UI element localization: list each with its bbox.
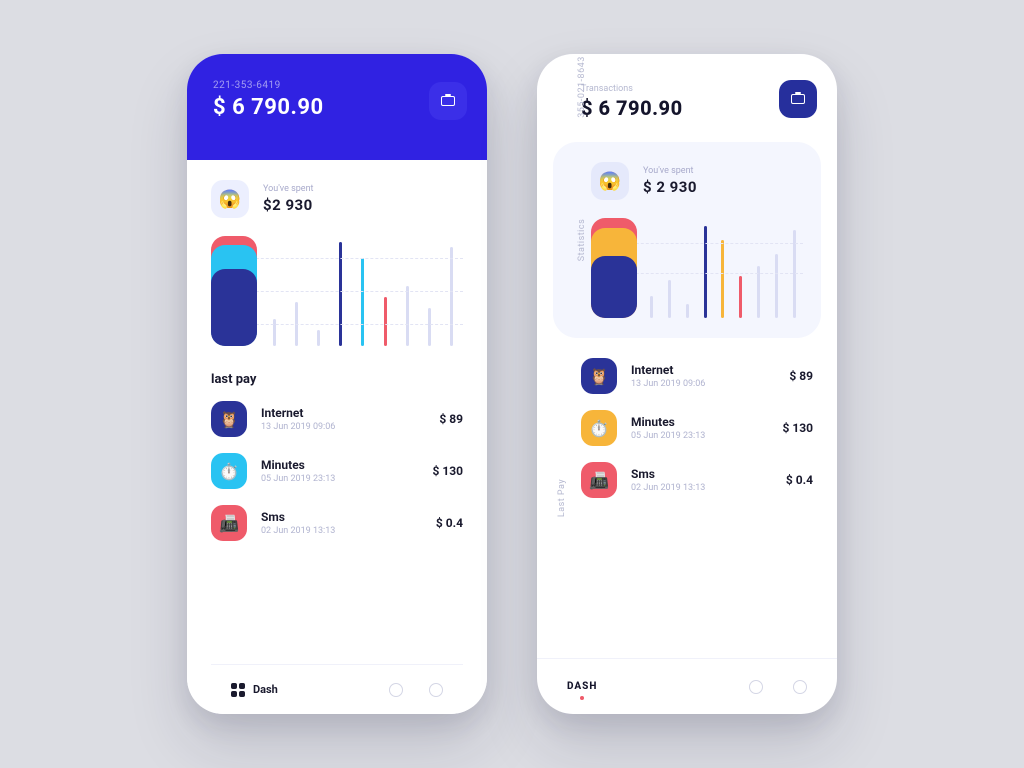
pay-category-icon: 🦉 <box>211 401 247 437</box>
pay-row[interactable]: ⏱️ Minutes 05 Jun 2019 23:13 $ 130 <box>211 453 463 489</box>
shocked-face-icon: 😱 <box>591 162 629 200</box>
balance: $ 6 790.90 <box>213 95 461 120</box>
spent-label: You've spent <box>263 184 313 194</box>
statistics-card: Statistics 😱 You've spent $ 2 930 <box>553 142 821 338</box>
chart-bar <box>450 247 453 346</box>
chart-stack <box>591 218 637 318</box>
profile-icon[interactable] <box>793 680 807 694</box>
pay-name: Minutes <box>261 458 335 472</box>
spent-value: $ 2 930 <box>643 178 697 196</box>
shocked-face-icon: 😱 <box>211 180 249 218</box>
lastpay-list: 🦉 Internet 13 Jun 2019 09:06 $ 89 ⏱️ Minutes 0… <box>581 358 813 498</box>
pay-category-icon: 🦉 <box>581 358 617 394</box>
wallet-icon <box>791 94 805 104</box>
statistics-chart <box>591 218 803 318</box>
account-number: 221-353-6419 <box>213 80 461 91</box>
wallet-button[interactable] <box>779 80 817 118</box>
spent-label: You've spent <box>643 166 697 176</box>
pay-name: Sms <box>261 510 335 524</box>
pay-category-icon: 📠 <box>211 505 247 541</box>
pay-name: Internet <box>631 363 705 377</box>
pay-category-icon: 📠 <box>581 462 617 498</box>
header: 355-021-8643 Transactions $ 6 790.90 <box>537 54 837 120</box>
pay-date: 02 Jun 2019 13:13 <box>631 483 705 493</box>
pay-row[interactable]: 📠 Sms 02 Jun 2019 13:13 $ 0.4 <box>211 505 463 541</box>
chart-bar <box>273 319 276 347</box>
chart-bar <box>650 296 653 318</box>
profile-icon[interactable] <box>429 683 443 697</box>
chart-bar <box>686 304 689 318</box>
compass-icon[interactable] <box>389 683 403 697</box>
lastpay-section: Last Pay 🦉 Internet 13 Jun 2019 09:06 $ 89 ⏱… <box>537 338 837 658</box>
pay-amount: $ 130 <box>782 421 813 435</box>
pay-amount: $ 130 <box>432 464 463 478</box>
chart-bar <box>704 226 707 318</box>
chart-bar <box>428 308 431 347</box>
chart-bar <box>775 254 778 318</box>
tab-bar: DASH <box>537 658 837 714</box>
pay-date: 13 Jun 2019 09:06 <box>261 422 335 432</box>
pay-name: Sms <box>631 467 705 481</box>
chart-bar <box>721 240 724 318</box>
lastpay-title: last pay <box>211 372 463 387</box>
tab-dash[interactable]: DASH <box>567 681 597 692</box>
chart-bar <box>668 280 671 318</box>
side-account-number: 355-021-8643 <box>577 56 587 118</box>
wallet-icon <box>441 96 455 106</box>
chart-bar <box>384 297 387 347</box>
chart-bar <box>739 276 742 318</box>
spent-value: $2 930 <box>263 196 313 214</box>
lastpay-list: 🦉 Internet 13 Jun 2019 09:06 $ 89 ⏱️ Minutes 0… <box>211 401 463 557</box>
chart-stack <box>211 236 257 346</box>
pay-amount: $ 0.4 <box>436 516 463 530</box>
pay-date: 13 Jun 2019 09:06 <box>631 379 705 389</box>
pay-category-icon: ⏱️ <box>581 410 617 446</box>
pay-name: Minutes <box>631 415 705 429</box>
pay-category-icon: ⏱️ <box>211 453 247 489</box>
clock-icon[interactable] <box>749 680 763 694</box>
statistics-chart <box>211 236 463 346</box>
header: 221-353-6419 $ 6 790.90 <box>187 54 487 160</box>
pay-amount: $ 89 <box>789 369 813 383</box>
pay-amount: $ 0.4 <box>786 473 813 487</box>
chart-bars <box>643 218 803 318</box>
pay-amount: $ 89 <box>439 412 463 426</box>
wallet-button[interactable] <box>429 82 467 120</box>
pay-name: Internet <box>261 406 335 420</box>
grid-icon <box>231 683 245 697</box>
pay-row[interactable]: 🦉 Internet 13 Jun 2019 09:06 $ 89 <box>211 401 463 437</box>
pay-date: 05 Jun 2019 23:13 <box>261 474 335 484</box>
pay-row[interactable]: 🦉 Internet 13 Jun 2019 09:06 $ 89 <box>581 358 813 394</box>
chart-bar <box>406 286 409 347</box>
tab-dash-label: Dash <box>253 683 278 696</box>
pay-date: 02 Jun 2019 13:13 <box>261 526 335 536</box>
spent-summary: 😱 You've spent $ 2 930 <box>591 162 803 200</box>
tab-bar: Dash <box>211 664 463 714</box>
tab-dash[interactable]: Dash <box>231 683 278 697</box>
side-lastpay-label: Last Pay <box>557 479 567 517</box>
chart-bar <box>361 258 364 346</box>
phone-right: 355-021-8643 Transactions $ 6 790.90 Sta… <box>537 54 837 714</box>
phone-left: 221-353-6419 $ 6 790.90 statistics 😱 You… <box>187 54 487 714</box>
side-statistics-label: Statistics <box>577 219 587 261</box>
spent-summary: 😱 You've spent $2 930 <box>211 180 463 218</box>
pay-row[interactable]: ⏱️ Minutes 05 Jun 2019 23:13 $ 130 <box>581 410 813 446</box>
pay-row[interactable]: 📠 Sms 02 Jun 2019 13:13 $ 0.4 <box>581 462 813 498</box>
chart-bar <box>317 330 320 347</box>
pay-date: 05 Jun 2019 23:13 <box>631 431 705 441</box>
content-card: statistics 😱 You've spent $2 930 last pa… <box>187 123 487 714</box>
